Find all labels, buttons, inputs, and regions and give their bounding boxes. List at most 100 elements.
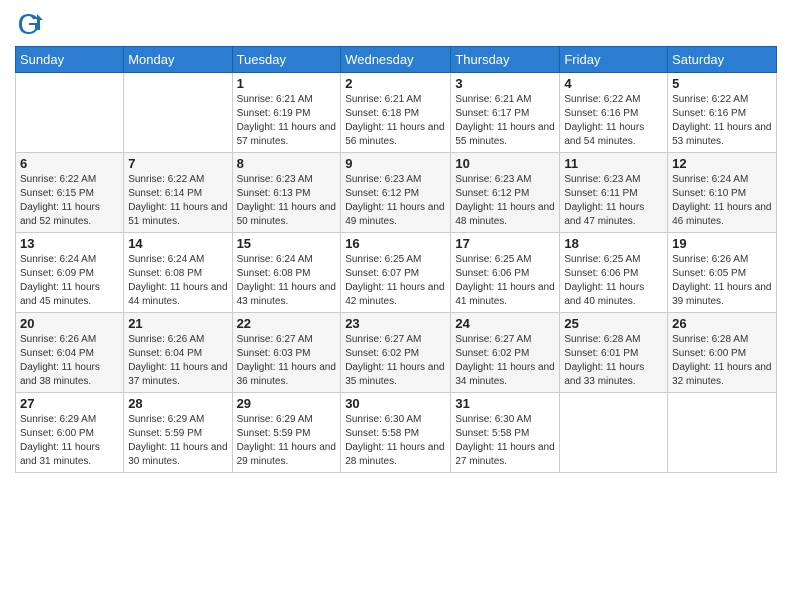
day-number: 22: [237, 316, 337, 331]
calendar-cell: 19 Sunrise: 6:26 AMSunset: 6:05 PMDayligh…: [668, 233, 777, 313]
calendar-cell: 26Sunrise: 6:28 AMSunset: 6:00 PMDayligh…: [668, 313, 777, 393]
day-number: 11: [564, 156, 663, 171]
weekday-header-monday: Monday: [124, 47, 232, 73]
calendar-cell: 9 Sunrise: 6:23 AMSunset: 6:12 PMDaylight…: [341, 153, 451, 233]
day-info: Sunrise: 6:24 AMSunset: 6:08 PMDaylight:…: [128, 253, 227, 309]
day-number: 19: [672, 236, 772, 251]
day-number: 24: [455, 316, 555, 331]
calendar-week-2: 6 Sunrise: 6:22 AMSunset: 6:15 PMDaylight…: [16, 153, 777, 233]
day-number: 12: [672, 156, 772, 171]
day-number: 10: [455, 156, 555, 171]
weekday-header-row: SundayMondayTuesdayWednesdayThursdayFrid…: [16, 47, 777, 73]
day-info: Sunrise: 6:27 AMSunset: 6:02 PMDaylight:…: [345, 333, 446, 389]
day-number: 20: [20, 316, 119, 331]
day-info: Sunrise: 6:23 AMSunset: 6:12 PMDaylight:…: [345, 173, 446, 229]
calendar-cell: [16, 73, 124, 153]
day-info: Sunrise: 6:21 AMSunset: 6:19 PMDaylight:…: [237, 93, 337, 149]
calendar-cell: 24Sunrise: 6:27 AMSunset: 6:02 PMDayligh…: [451, 313, 560, 393]
day-number: 21: [128, 316, 227, 331]
day-info: Sunrise: 6:25 AMSunset: 6:06 PMDaylight:…: [564, 253, 663, 309]
calendar-cell: 2 Sunrise: 6:21 AMSunset: 6:18 PMDaylight…: [341, 73, 451, 153]
calendar-cell: 20 Sunrise: 6:26 AMSunset: 6:04 PMDayligh…: [16, 313, 124, 393]
day-info: Sunrise: 6:29 AMSunset: 5:59 PMDaylight:…: [128, 413, 227, 469]
calendar-week-3: 13Sunrise: 6:24 AMSunset: 6:09 PMDayligh…: [16, 233, 777, 313]
day-info: Sunrise: 6:26 AMSunset: 6:05 PMDaylight:…: [672, 253, 772, 309]
calendar-cell: [560, 393, 668, 473]
calendar-cell: 8Sunrise: 6:23 AMSunset: 6:13 PMDaylight…: [232, 153, 341, 233]
day-info: Sunrise: 6:22 AMSunset: 6:15 PMDaylight:…: [20, 173, 119, 229]
day-info: Sunrise: 6:24 AMSunset: 6:08 PMDaylight:…: [237, 253, 337, 309]
day-number: 7: [128, 156, 227, 171]
day-number: 5: [672, 76, 772, 91]
day-number: 8: [237, 156, 337, 171]
day-number: 6: [20, 156, 119, 171]
calendar-cell: [124, 73, 232, 153]
weekday-header-tuesday: Tuesday: [232, 47, 341, 73]
calendar-cell: 4 Sunrise: 6:22 AMSunset: 6:16 PMDaylight…: [560, 73, 668, 153]
calendar-cell: 15Sunrise: 6:24 AMSunset: 6:08 PMDayligh…: [232, 233, 341, 313]
day-info: Sunrise: 6:25 AMSunset: 6:07 PMDaylight:…: [345, 253, 446, 309]
day-info: Sunrise: 6:28 AMSunset: 6:00 PMDaylight:…: [672, 333, 772, 389]
calendar-cell: 1 Sunrise: 6:21 AMSunset: 6:19 PMDaylight…: [232, 73, 341, 153]
day-info: Sunrise: 6:28 AMSunset: 6:01 PMDaylight:…: [564, 333, 663, 389]
calendar-cell: 27 Sunrise: 6:29 AMSunset: 6:00 PMDayligh…: [16, 393, 124, 473]
day-number: 25: [564, 316, 663, 331]
day-number: 9: [345, 156, 446, 171]
day-info: Sunrise: 6:22 AMSunset: 6:14 PMDaylight:…: [128, 173, 227, 229]
calendar-page: SundayMondayTuesdayWednesdayThursdayFrid…: [0, 0, 792, 612]
calendar-cell: 10 Sunrise: 6:23 AMSunset: 6:12 PMDayligh…: [451, 153, 560, 233]
calendar-week-1: 1 Sunrise: 6:21 AMSunset: 6:19 PMDaylight…: [16, 73, 777, 153]
calendar-cell: 14Sunrise: 6:24 AMSunset: 6:08 PMDayligh…: [124, 233, 232, 313]
weekday-header-wednesday: Wednesday: [341, 47, 451, 73]
day-number: 18: [564, 236, 663, 251]
calendar-cell: 13Sunrise: 6:24 AMSunset: 6:09 PMDayligh…: [16, 233, 124, 313]
calendar-cell: [668, 393, 777, 473]
day-number: 3: [455, 76, 555, 91]
day-number: 2: [345, 76, 446, 91]
weekday-header-sunday: Sunday: [16, 47, 124, 73]
day-info: Sunrise: 6:24 AMSunset: 6:10 PMDaylight:…: [672, 173, 772, 229]
calendar-cell: 21Sunrise: 6:26 AMSunset: 6:04 PMDayligh…: [124, 313, 232, 393]
day-info: Sunrise: 6:26 AMSunset: 6:04 PMDaylight:…: [20, 333, 119, 389]
calendar-week-4: 20 Sunrise: 6:26 AMSunset: 6:04 PMDayligh…: [16, 313, 777, 393]
calendar-cell: 3 Sunrise: 6:21 AMSunset: 6:17 PMDaylight…: [451, 73, 560, 153]
calendar-cell: 28 Sunrise: 6:29 AMSunset: 5:59 PMDayligh…: [124, 393, 232, 473]
day-number: 17: [455, 236, 555, 251]
calendar-cell: 11 Sunrise: 6:23 AMSunset: 6:11 PMDayligh…: [560, 153, 668, 233]
day-info: Sunrise: 6:23 AMSunset: 6:12 PMDaylight:…: [455, 173, 555, 229]
logo-icon: [15, 10, 43, 38]
calendar-cell: 29Sunrise: 6:29 AMSunset: 5:59 PMDayligh…: [232, 393, 341, 473]
day-info: Sunrise: 6:29 AMSunset: 5:59 PMDaylight:…: [237, 413, 337, 469]
day-number: 27: [20, 396, 119, 411]
calendar-cell: 25 Sunrise: 6:28 AMSunset: 6:01 PMDayligh…: [560, 313, 668, 393]
day-info: Sunrise: 6:21 AMSunset: 6:17 PMDaylight:…: [455, 93, 555, 149]
day-info: Sunrise: 6:27 AMSunset: 6:03 PMDaylight:…: [237, 333, 337, 389]
day-info: Sunrise: 6:24 AMSunset: 6:09 PMDaylight:…: [20, 253, 119, 309]
calendar-cell: 6 Sunrise: 6:22 AMSunset: 6:15 PMDaylight…: [16, 153, 124, 233]
day-number: 30: [345, 396, 446, 411]
day-number: 4: [564, 76, 663, 91]
calendar-cell: 23 Sunrise: 6:27 AMSunset: 6:02 PMDayligh…: [341, 313, 451, 393]
calendar-cell: 31Sunrise: 6:30 AMSunset: 5:58 PMDayligh…: [451, 393, 560, 473]
day-number: 1: [237, 76, 337, 91]
weekday-header-saturday: Saturday: [668, 47, 777, 73]
day-number: 23: [345, 316, 446, 331]
day-info: Sunrise: 6:23 AMSunset: 6:11 PMDaylight:…: [564, 173, 663, 229]
weekday-header-thursday: Thursday: [451, 47, 560, 73]
calendar-cell: 7 Sunrise: 6:22 AMSunset: 6:14 PMDaylight…: [124, 153, 232, 233]
day-info: Sunrise: 6:25 AMSunset: 6:06 PMDaylight:…: [455, 253, 555, 309]
calendar-cell: 5 Sunrise: 6:22 AMSunset: 6:16 PMDaylight…: [668, 73, 777, 153]
calendar-cell: 22 Sunrise: 6:27 AMSunset: 6:03 PMDayligh…: [232, 313, 341, 393]
day-info: Sunrise: 6:22 AMSunset: 6:16 PMDaylight:…: [564, 93, 663, 149]
day-number: 16: [345, 236, 446, 251]
logo: [15, 10, 47, 38]
calendar-table: SundayMondayTuesdayWednesdayThursdayFrid…: [15, 46, 777, 473]
day-number: 31: [455, 396, 555, 411]
calendar-cell: 12 Sunrise: 6:24 AMSunset: 6:10 PMDayligh…: [668, 153, 777, 233]
calendar-cell: 30Sunrise: 6:30 AMSunset: 5:58 PMDayligh…: [341, 393, 451, 473]
day-info: Sunrise: 6:29 AMSunset: 6:00 PMDaylight:…: [20, 413, 119, 469]
calendar-cell: 17 Sunrise: 6:25 AMSunset: 6:06 PMDayligh…: [451, 233, 560, 313]
day-info: Sunrise: 6:21 AMSunset: 6:18 PMDaylight:…: [345, 93, 446, 149]
day-number: 28: [128, 396, 227, 411]
day-info: Sunrise: 6:22 AMSunset: 6:16 PMDaylight:…: [672, 93, 772, 149]
